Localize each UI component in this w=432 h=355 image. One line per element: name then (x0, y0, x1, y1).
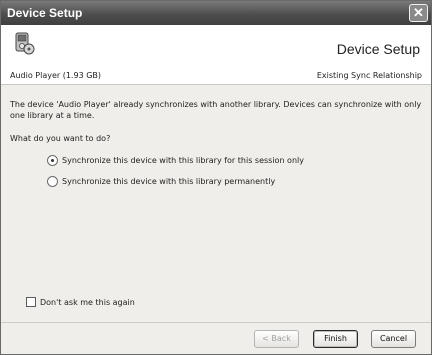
option-session-only-label: Synchronize this device with this librar… (62, 155, 304, 165)
wizard-footer: < Back Finish Cancel (1, 322, 431, 354)
radio-permanent[interactable] (47, 175, 58, 187)
finish-button[interactable]: Finish (313, 330, 358, 348)
close-icon: ✕ (413, 5, 424, 20)
dont-ask-again-label: Don't ask me this again (40, 297, 135, 307)
device-setup-dialog: Device Setup ✕ Device Setup Audio Player… (0, 0, 432, 355)
back-button[interactable]: < Back (254, 330, 299, 348)
option-permanent-label: Synchronize this device with this librar… (62, 176, 276, 186)
wizard-content: The device 'Audio Player' already synchr… (1, 86, 431, 322)
option-session-only[interactable]: Synchronize this device with this librar… (47, 154, 304, 166)
cancel-button[interactable]: Cancel (371, 330, 416, 348)
question-text: What do you want to do? (10, 134, 111, 143)
dont-ask-again-row[interactable]: Don't ask me this again (26, 296, 135, 308)
wizard-header: Device Setup Audio Player (1.93 GB) Exis… (1, 25, 431, 85)
description-text: The device 'Audio Player' already synchr… (10, 100, 422, 120)
device-name-label: Audio Player (1.93 GB) (10, 71, 102, 80)
radio-session-only[interactable] (47, 154, 58, 166)
title-bar: Device Setup ✕ (1, 1, 431, 25)
header-subtitle: Existing Sync Relationship (316, 71, 422, 80)
dont-ask-again-checkbox[interactable] (26, 297, 36, 307)
close-button[interactable]: ✕ (409, 4, 428, 22)
header-title: Device Setup (336, 41, 420, 57)
portable-device-icon (15, 32, 35, 55)
window-title: Device Setup (7, 6, 83, 20)
option-permanent[interactable]: Synchronize this device with this librar… (47, 175, 275, 187)
